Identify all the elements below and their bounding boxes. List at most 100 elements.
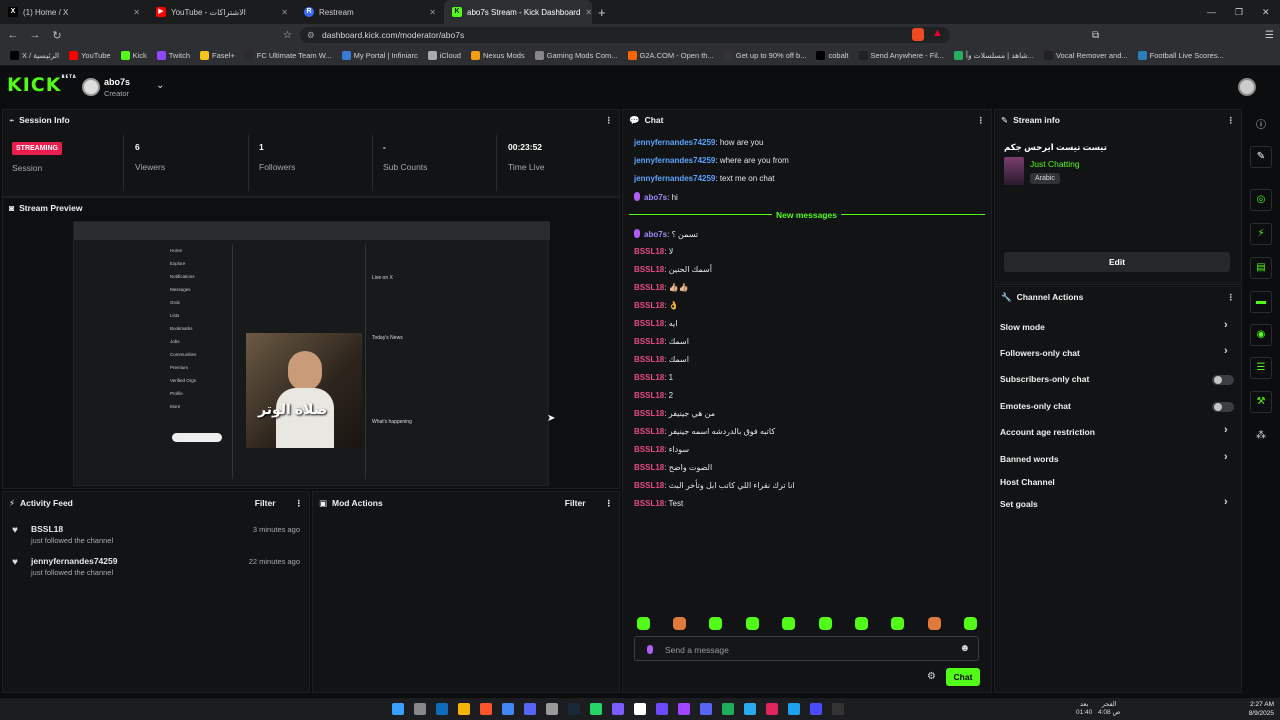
browser-tab-x[interactable]: X (1) Home / X ✕ [0, 0, 148, 24]
bookmark-item[interactable]: شاهد | مسلسلات وأ... [953, 51, 1034, 60]
channel-action-label[interactable]: Slow mode [1000, 322, 1045, 332]
close-icon[interactable]: ✕ [585, 8, 592, 17]
taskbar-app-icon[interactable] [568, 703, 580, 715]
browser-tab-kick[interactable]: K abo7s Stream - Kick Dashboard ✕ [444, 0, 592, 24]
chat-username[interactable]: jennyfernandes74259 [634, 174, 715, 183]
more-options-icon[interactable]: ⋮ [605, 498, 614, 509]
channel-action-label[interactable]: Set goals [1000, 499, 1038, 509]
emote-icon[interactable] [819, 617, 832, 630]
activity-user[interactable]: BSSL18 [31, 524, 63, 534]
bookmark-item[interactable]: Twitch [156, 51, 190, 60]
taskbar-app-icon[interactable] [436, 703, 448, 715]
taskbar-app-icon[interactable] [766, 703, 778, 715]
maximize-icon[interactable]: ❐ [1235, 7, 1243, 18]
taskbar-app-icon[interactable] [458, 703, 470, 715]
chat-username[interactable]: BSSL18 [634, 301, 664, 310]
bookmark-icon[interactable]: ☆ [283, 30, 292, 41]
close-icon[interactable]: ✕ [133, 8, 140, 17]
taskbar-app-icon[interactable] [678, 703, 690, 715]
wrench-icon[interactable]: ⚒ [1250, 391, 1272, 413]
chat-username[interactable]: BSSL18 [634, 337, 664, 346]
edit-icon[interactable]: ✎ [1250, 146, 1272, 168]
rewards-icon[interactable]: ▲ [932, 27, 943, 39]
bookmark-item[interactable]: iCloud [427, 51, 461, 60]
lightning-icon[interactable]: ⚡ [1250, 223, 1272, 245]
filter-button[interactable]: Filter [255, 498, 276, 508]
more-options-icon[interactable]: ⋮ [1227, 292, 1236, 303]
taskbar-app-icon[interactable] [656, 703, 668, 715]
emote-icon[interactable] [782, 617, 795, 630]
chat-username[interactable]: jennyfernandes74259 [634, 138, 715, 147]
taskbar-app-icon[interactable] [722, 703, 734, 715]
kick-logo[interactable]: KICKBETA [7, 74, 77, 96]
taskbar-app-icon[interactable] [480, 703, 492, 715]
channel-action-label[interactable]: Account age restriction [1000, 427, 1095, 437]
window-close-icon[interactable]: ✕ [1262, 7, 1270, 18]
taskbar-app-icon[interactable] [546, 703, 558, 715]
chat-username[interactable]: BSSL18 [634, 409, 664, 418]
chat-username[interactable]: BSSL18 [634, 499, 664, 508]
minimize-icon[interactable]: — [1207, 7, 1216, 17]
chevron-right-icon[interactable]: › [1224, 424, 1228, 436]
emote-icon[interactable] [637, 617, 650, 630]
new-tab-icon[interactable]: + [598, 5, 606, 20]
chat-username[interactable]: BSSL18 [634, 283, 664, 292]
taskbar-app-icon[interactable] [744, 703, 756, 715]
more-options-icon[interactable]: ⋮ [605, 115, 614, 126]
edit-stream-button[interactable]: Edit [1004, 252, 1230, 272]
chat-username[interactable]: BSSL18 [634, 265, 664, 274]
bookmark-item[interactable]: Kick [120, 51, 147, 60]
channel-action-label[interactable]: Emotes-only chat [1000, 401, 1071, 411]
chat-input[interactable]: Send a message ☻ [634, 636, 979, 661]
bookmark-item[interactable]: G2A.COM - Open th... [627, 51, 714, 60]
bookmark-item[interactable]: FC Ultimate Team W... [244, 51, 332, 60]
site-info-icon[interactable]: ⚙ [307, 27, 315, 43]
bookmark-item[interactable]: Fasel+ [200, 51, 235, 60]
more-options-icon[interactable]: ⋮ [977, 115, 986, 126]
reload-icon[interactable]: ↻ [48, 29, 66, 42]
chevron-right-icon[interactable]: › [1224, 319, 1228, 331]
activity-user[interactable]: jennyfernandes74259 [31, 556, 117, 566]
chat-username[interactable]: BSSL18 [634, 355, 664, 364]
more-options-icon[interactable]: ⋮ [1227, 115, 1236, 126]
target-icon[interactable]: ◎ [1250, 189, 1272, 211]
chat-username[interactable]: BSSL18 [634, 463, 664, 472]
profile-avatar[interactable] [1238, 78, 1256, 96]
chevron-right-icon[interactable]: › [1224, 451, 1228, 463]
toggle-switch[interactable] [1212, 375, 1234, 385]
apps-icon[interactable]: ⁂ [1256, 430, 1266, 441]
emote-icon[interactable] [891, 617, 904, 630]
category-name[interactable]: Just Chatting [1030, 159, 1080, 169]
emote-icon[interactable] [855, 617, 868, 630]
bookmark-item[interactable]: X / الرئيسية [10, 51, 59, 60]
chat-username[interactable]: BSSL18 [634, 247, 664, 256]
avatar[interactable] [82, 78, 100, 96]
chat-username[interactable]: abo7s [644, 193, 667, 202]
chat-username[interactable]: BSSL18 [634, 373, 664, 382]
taskbar-app-icon[interactable] [392, 703, 404, 715]
chat-username[interactable]: BSSL18 [634, 481, 664, 490]
toggle-switch[interactable] [1212, 402, 1234, 412]
chevron-right-icon[interactable]: › [1224, 345, 1228, 357]
emote-icon[interactable] [928, 617, 941, 630]
channel-action-label[interactable]: Banned words [1000, 454, 1059, 464]
emote-icon[interactable] [746, 617, 759, 630]
chat-username[interactable]: BSSL18 [634, 445, 664, 454]
taskbar-app-icon[interactable] [700, 703, 712, 715]
channel-action-label[interactable]: Followers-only chat [1000, 348, 1080, 358]
layers-icon[interactable]: ☰ [1250, 357, 1272, 379]
chat-icon[interactable]: ▬ [1250, 291, 1272, 313]
chat-username[interactable]: jennyfernandes74259 [634, 156, 715, 165]
system-clock[interactable]: 2:27 AM 8/9/2025 [1240, 700, 1274, 718]
bookmark-item[interactable]: YouTube [69, 51, 111, 60]
taskbar-app-icon[interactable] [590, 703, 602, 715]
close-icon[interactable]: ✕ [281, 8, 288, 17]
channel-action-label[interactable]: Host Channel [1000, 477, 1055, 487]
emote-icon[interactable] [709, 617, 722, 630]
bookmark-item[interactable]: cobalt [816, 51, 849, 60]
taskbar-app-icon[interactable] [634, 703, 646, 715]
stream-video[interactable]: Home Explore Notifications Messages Grok List… [73, 221, 550, 486]
chat-settings-icon[interactable]: ⚙ [927, 671, 936, 682]
chevron-right-icon[interactable]: › [1224, 496, 1228, 508]
taskbar-app-icon[interactable] [524, 703, 536, 715]
